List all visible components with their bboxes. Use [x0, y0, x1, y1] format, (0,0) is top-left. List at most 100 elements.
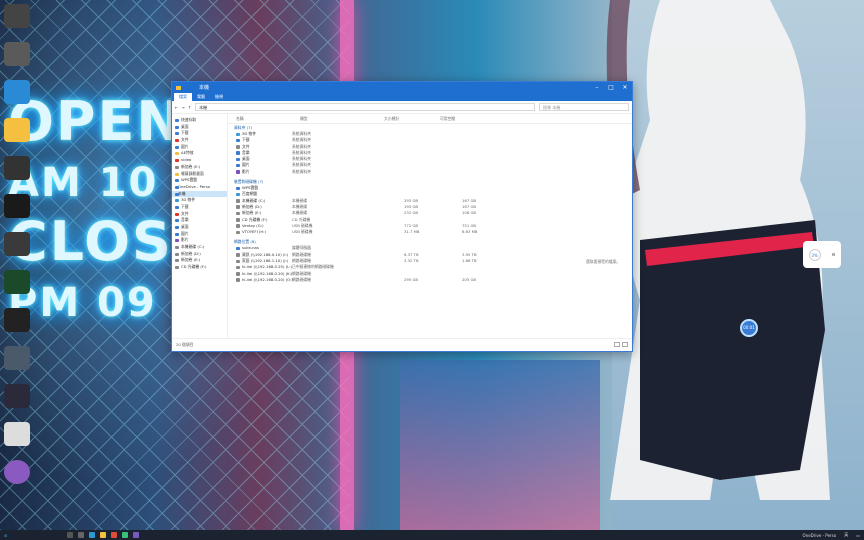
item-icon: [236, 211, 240, 216]
nav-item[interactable]: 新加卷 (D:): [172, 251, 227, 258]
item-total-size: 31.7 MB: [404, 229, 420, 235]
nav-item[interactable]: 文件: [172, 137, 227, 144]
desktop-app-icon[interactable]: [4, 232, 30, 256]
desktop-app-icon[interactable]: [4, 270, 30, 294]
item-icon: [236, 151, 240, 155]
item-icon: [236, 145, 240, 149]
desktop-app-icon[interactable]: [4, 460, 30, 484]
address-input[interactable]: 本機: [195, 103, 535, 111]
item-total-size: 295 GB: [404, 276, 419, 282]
notification-icon[interactable]: ▭: [856, 533, 860, 538]
nav-item[interactable]: 螢幕錄影畫面: [172, 171, 227, 178]
nav-item[interactable]: 桌面: [172, 124, 227, 131]
onedrive-tray-label[interactable]: OneDrive - Perso: [803, 533, 837, 538]
nav-item[interactable]: 文件: [172, 211, 227, 218]
search-icon[interactable]: [67, 532, 74, 538]
search-input[interactable]: 搜尋 本機: [539, 103, 629, 111]
forward-arrow-icon[interactable]: →: [181, 105, 184, 110]
item-icon: [236, 157, 240, 162]
nav-item[interactable]: WPS雲盤: [172, 177, 227, 184]
column-name[interactable]: 名稱: [236, 116, 244, 122]
item-name: VTOYEFI (H:): [242, 229, 267, 235]
tab-file[interactable]: 檔案: [174, 93, 192, 101]
up-arrow-icon[interactable]: ↑: [188, 105, 191, 110]
app-icon[interactable]: [122, 532, 129, 538]
desktop-app-icon[interactable]: [4, 422, 30, 446]
desktop-icons: [4, 4, 34, 498]
item-icon: [236, 246, 240, 251]
edge-icon[interactable]: [89, 532, 96, 538]
item-icon: [236, 186, 240, 191]
task-view-icon[interactable]: [78, 532, 85, 538]
large-icons-view-icon[interactable]: [622, 342, 628, 347]
tab-computer[interactable]: 電腦: [192, 94, 210, 100]
file-explorer-window: 本機 – □ ✕ 檔案 電腦 檢視 ← → ↑ 本機 搜尋 本機 快速存取 桌面下…: [171, 81, 633, 352]
desktop-app-icon[interactable]: [4, 384, 30, 408]
item-icon: [236, 205, 240, 209]
desktop-app-icon[interactable]: [4, 42, 30, 66]
gear-icon[interactable]: ⚙: [832, 252, 836, 257]
item-type: 系統資料夾: [292, 168, 311, 174]
navigation-pane: 快速存取 桌面 下載 文件 圖片 AE特效 video 新加卷 (E:) 螢幕錄影畫面 WPS雲盤…: [172, 114, 228, 338]
nav-item[interactable]: 下載: [172, 204, 227, 211]
item-icon: [236, 163, 240, 168]
nav-item[interactable]: 本機: [172, 190, 227, 198]
column-free[interactable]: 可用空間: [440, 116, 455, 122]
item-icon: [236, 138, 240, 143]
maximize-button[interactable]: □: [604, 82, 618, 93]
list-item[interactable]: VTOYEFI (H:) USB 磁碟機 31.7 MB 6.63 MB: [228, 229, 632, 235]
item-free-space: 6.63 MB: [462, 229, 478, 235]
nav-item[interactable]: 影片: [172, 237, 227, 244]
nav-item[interactable]: 新加卷 (E:): [172, 257, 227, 264]
nav-item[interactable]: AE特效: [172, 150, 227, 157]
chrome-icon[interactable]: [111, 532, 118, 538]
floating-clock-badge[interactable]: 00:01: [740, 319, 758, 337]
nav-item[interactable]: video: [172, 157, 227, 164]
item-type: 網路磁碟機: [292, 276, 311, 282]
desktop-app-icon[interactable]: [4, 4, 30, 28]
details-view-icon[interactable]: [614, 342, 620, 347]
minimize-button[interactable]: –: [590, 82, 604, 93]
nav-item[interactable]: 新加卷 (E:): [172, 164, 227, 171]
item-icon: [236, 272, 240, 276]
nav-item[interactable]: 音樂: [172, 217, 227, 224]
nav-item[interactable]: 3D 物件: [172, 197, 227, 204]
app-icon[interactable]: [133, 532, 140, 538]
group-header[interactable]: 網路位置 (6): [228, 238, 632, 245]
tab-view[interactable]: 檢視: [210, 94, 228, 100]
nav-item[interactable]: 圖片: [172, 231, 227, 238]
desktop-folder-icon[interactable]: [4, 118, 30, 142]
group-header[interactable]: 資料夾 (7): [228, 124, 632, 131]
item-icon: [236, 192, 240, 197]
nav-item[interactable]: 快速存取: [172, 117, 227, 124]
close-button[interactable]: ✕: [618, 82, 632, 93]
item-icon: [236, 199, 240, 203]
group-header[interactable]: 裝置和磁碟機 (7): [228, 178, 632, 185]
list-item[interactable]: hi-liei (\\192.168.0.20) (O:) 網路磁碟機 295 GB…: [228, 277, 632, 283]
nav-item[interactable]: 桌面: [172, 224, 227, 231]
explorer-icon[interactable]: [100, 532, 107, 538]
performance-widget[interactable]: 3% ⚙: [803, 241, 841, 268]
taskbar: ⊞ OneDrive - Perso 英 ▭: [0, 530, 864, 540]
desktop-app-icon[interactable]: [4, 346, 30, 370]
nav-item[interactable]: 圖片: [172, 144, 227, 151]
column-total[interactable]: 大小總計: [384, 116, 399, 122]
status-bar: 20 個項目: [172, 338, 632, 349]
desktop-app-icon[interactable]: [4, 194, 30, 218]
start-icon[interactable]: ⊞: [4, 533, 7, 538]
nav-item[interactable]: 下載: [172, 130, 227, 137]
back-arrow-icon[interactable]: ←: [175, 105, 178, 110]
list-item[interactable]: 影片 系統資料夾: [228, 169, 632, 175]
desktop-app-icon[interactable]: [4, 308, 30, 332]
column-type[interactable]: 類型: [300, 116, 308, 122]
desktop-app-icon[interactable]: [4, 80, 30, 104]
preview-pane-text: 選取要預覽的檔案。: [586, 259, 621, 264]
item-icon: [236, 253, 240, 257]
desktop-app-icon[interactable]: [4, 156, 30, 180]
window-titlebar[interactable]: 本機 – □ ✕: [172, 82, 632, 93]
item-type: USB 磁碟機: [292, 229, 313, 235]
nav-item[interactable]: OneDrive - Perso: [172, 184, 227, 191]
ime-lang-indicator[interactable]: 英: [844, 532, 848, 538]
nav-item[interactable]: 本機磁碟 (C:): [172, 244, 227, 251]
nav-item[interactable]: CD 光碟機 (F:): [172, 264, 227, 271]
